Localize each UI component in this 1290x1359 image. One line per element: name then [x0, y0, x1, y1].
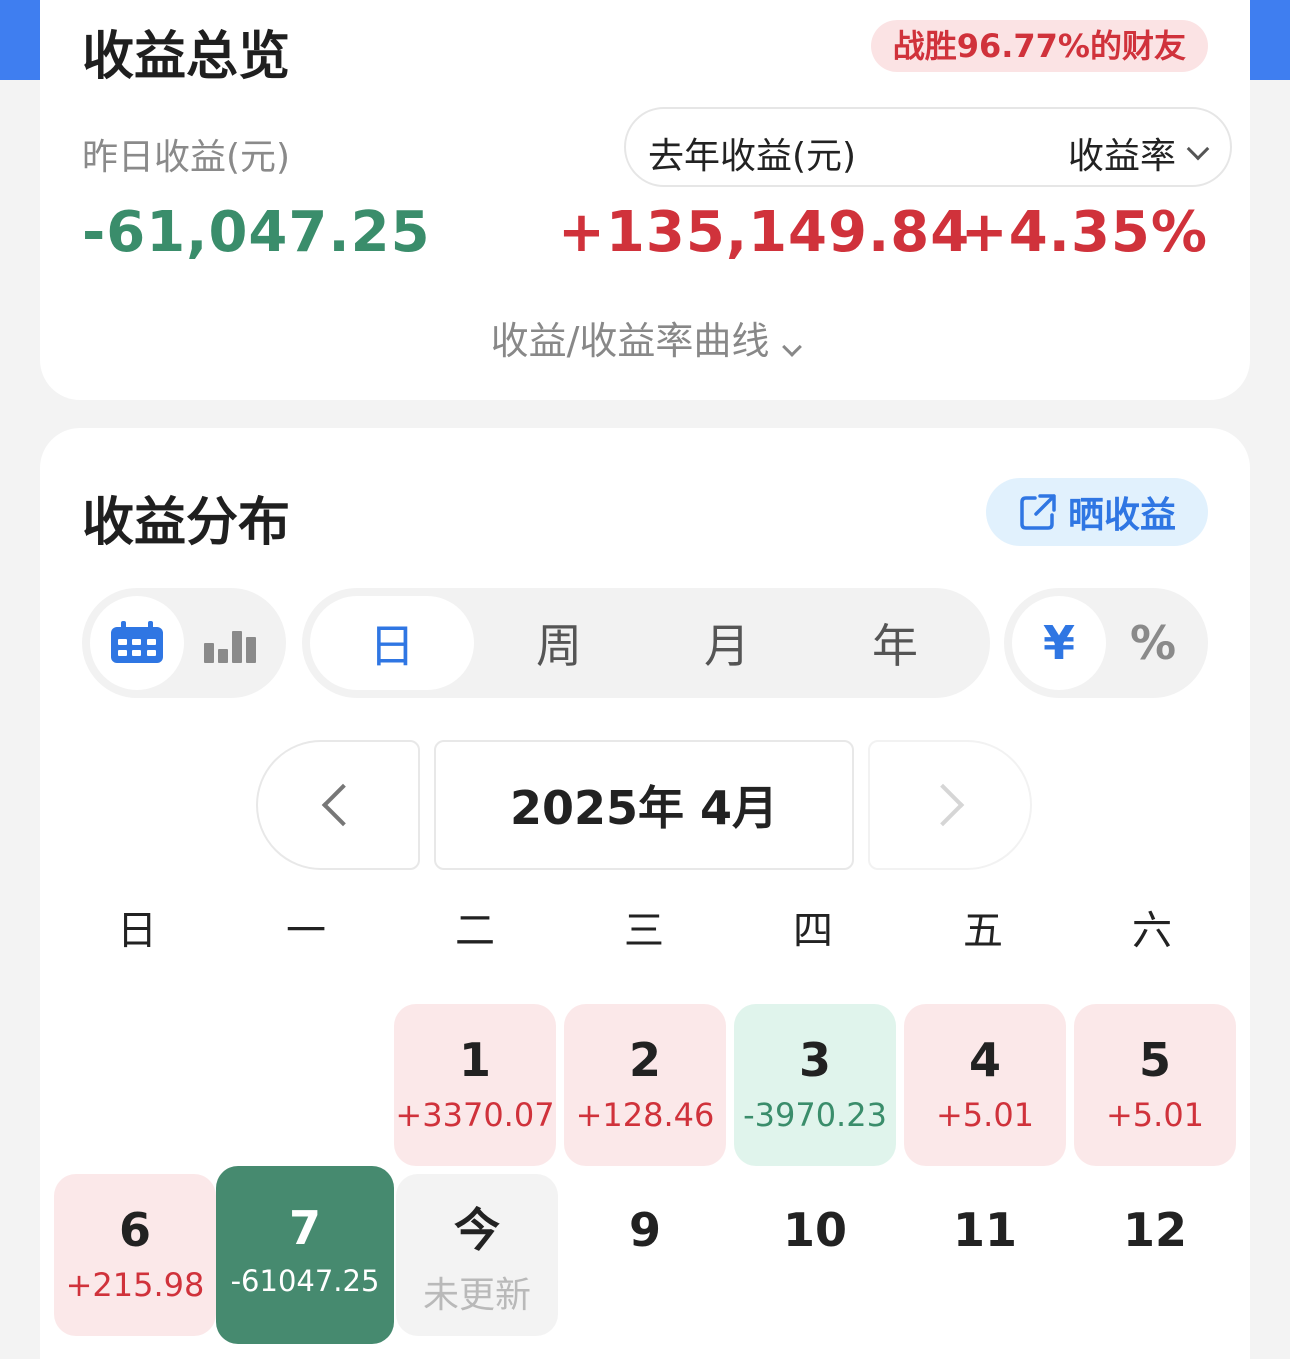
yesterday-value: -61,047.25 — [82, 200, 431, 265]
chevron-down-icon — [1186, 137, 1210, 161]
calendar-day-3[interactable]: 3 -3970.23 — [734, 1004, 896, 1166]
tab-year[interactable]: 年 — [812, 596, 978, 690]
overview-title: 收益总览 — [82, 27, 291, 87]
tab-week[interactable]: 周 — [476, 596, 642, 690]
day-status: 未更新 — [422, 1275, 531, 1316]
day-number: 4 — [968, 1033, 1001, 1087]
day-number: 6 — [118, 1203, 151, 1257]
chevron-down-icon — [782, 337, 803, 357]
next-month-button[interactable] — [868, 740, 1032, 870]
rate-dropdown[interactable]: 收益率 — [1067, 127, 1210, 179]
last-year-label: 去年收益(元) — [648, 136, 857, 177]
month-display[interactable]: 2025年 4月 — [434, 740, 854, 870]
calendar-day-11[interactable]: 11 — [904, 1174, 1066, 1336]
share-label: 晒收益 — [1067, 495, 1176, 536]
chevron-left-icon — [321, 783, 365, 827]
beat-badge: 战胜96.77%的财友 — [870, 20, 1208, 72]
day-number: 2 — [628, 1033, 661, 1087]
calendar-day-2[interactable]: 2 +128.46 — [564, 1004, 726, 1166]
calendar-day-today[interactable]: 今 未更新 — [396, 1174, 558, 1336]
calendar-day-4[interactable]: 4 +5.01 — [904, 1004, 1066, 1166]
month-label: 2025年 4月 — [509, 781, 779, 835]
overview-card: 收益总览 战胜96.77%的财友 昨日收益(元) 去年收益(元) 收益率 -61… — [40, 0, 1250, 400]
view-mode-toggle — [82, 588, 286, 698]
chevron-right-icon — [921, 783, 965, 827]
calendar-day-9[interactable]: 9 — [564, 1174, 726, 1336]
weekday-mon: 一 — [286, 908, 326, 954]
day-number: 1 — [458, 1033, 491, 1087]
period-tabs: 日 周 月 年 — [302, 588, 990, 698]
unit-percent[interactable]: % — [1106, 596, 1200, 690]
bar-view-option[interactable] — [184, 596, 278, 690]
rate-label: 收益率 — [1067, 136, 1176, 177]
calendar-day-6[interactable]: 6 +215.98 — [54, 1174, 216, 1336]
prev-month-button[interactable] — [256, 740, 420, 870]
day-number: 9 — [628, 1203, 661, 1257]
day-number: 11 — [952, 1203, 1017, 1257]
day-earning: -61047.25 — [230, 1264, 380, 1298]
day-number: 3 — [798, 1033, 831, 1087]
unit-yuan[interactable]: ¥ — [1012, 596, 1106, 690]
unit-toggle: ¥ % — [1004, 588, 1208, 698]
last-year-value: +135,149.84 — [558, 200, 971, 265]
day-number: 12 — [1122, 1203, 1187, 1257]
day-number: 7 — [288, 1201, 321, 1255]
distribution-title: 收益分布 — [82, 493, 291, 553]
weekday-sun: 日 — [117, 908, 157, 954]
share-earnings-button[interactable]: 晒收益 — [986, 478, 1208, 546]
weekday-thu: 四 — [793, 908, 833, 954]
weekday-wed: 三 — [624, 908, 664, 954]
day-number: 10 — [782, 1203, 847, 1257]
period-metric-selector[interactable]: 去年收益(元) 收益率 — [624, 107, 1232, 187]
calendar-view-option[interactable] — [90, 596, 184, 690]
day-earning: +215.98 — [65, 1266, 205, 1304]
day-earning: +5.01 — [935, 1096, 1035, 1134]
day-number: 5 — [1138, 1033, 1171, 1087]
yesterday-label: 昨日收益(元) — [82, 137, 291, 178]
rate-value: +4.35% — [960, 200, 1208, 265]
day-number: 今 — [454, 1203, 500, 1257]
tab-month[interactable]: 月 — [644, 596, 810, 690]
share-icon — [1020, 494, 1056, 530]
day-earning: +3370.07 — [395, 1096, 555, 1134]
weekday-sat: 六 — [1132, 908, 1172, 954]
calendar-day-7-selected[interactable]: 7 -61047.25 — [216, 1166, 394, 1344]
tab-day[interactable]: 日 — [310, 596, 474, 690]
calendar-day-10[interactable]: 10 — [734, 1174, 896, 1336]
bar-chart-icon — [204, 631, 256, 663]
curve-toggle[interactable]: 收益/收益率曲线 — [40, 310, 1250, 365]
weekday-fri: 五 — [963, 908, 1003, 954]
weekday-tue: 二 — [455, 908, 495, 954]
distribution-card: 收益分布 晒收益 日 周 月 年 ¥ % 2025年 4月 日 一 二 三 四 … — [40, 428, 1250, 1359]
calendar-day-1[interactable]: 1 +3370.07 — [394, 1004, 556, 1166]
calendar-day-12[interactable]: 12 — [1074, 1174, 1236, 1336]
day-earning: +5.01 — [1105, 1096, 1205, 1134]
calendar-day-5[interactable]: 5 +5.01 — [1074, 1004, 1236, 1166]
curve-link-label: 收益/收益率曲线 — [490, 319, 770, 363]
day-earning: -3970.23 — [743, 1096, 887, 1134]
calendar-icon — [111, 621, 163, 663]
day-earning: +128.46 — [575, 1096, 715, 1134]
